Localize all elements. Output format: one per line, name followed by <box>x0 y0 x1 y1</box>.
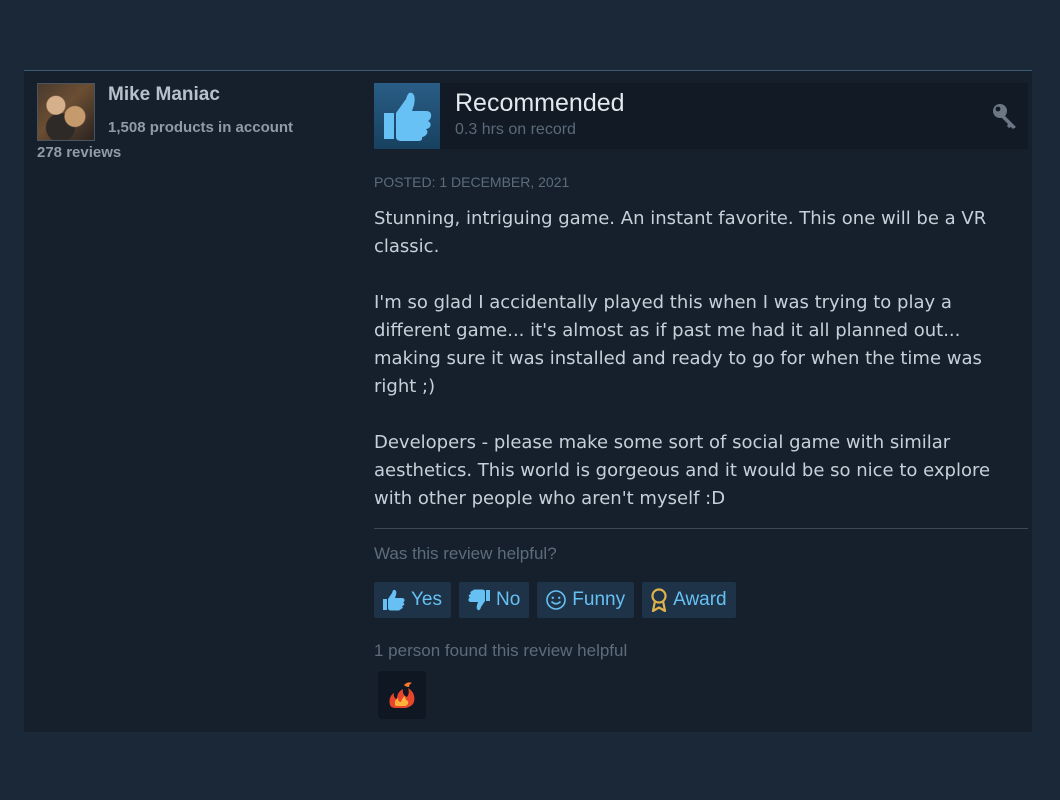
author-block: Mike Maniac 1,508 products in account 27… <box>37 83 357 163</box>
award-button[interactable]: Award <box>642 582 736 618</box>
hours-on-record: 0.3 hrs on record <box>455 121 576 138</box>
thumbs-down-icon <box>467 589 491 611</box>
review-card: Mike Maniac 1,508 products in account 27… <box>24 70 1032 732</box>
review-paragraph: Stunning, intriguing game. An instant fa… <box>374 208 987 257</box>
author-avatar[interactable] <box>37 83 95 141</box>
vote-funny-label: Funny <box>572 589 626 610</box>
vote-no-label: No <box>496 589 521 610</box>
key-icon[interactable] <box>990 101 1020 131</box>
fire-award-icon[interactable] <box>378 671 426 719</box>
vote-yes-label: Yes <box>411 589 442 610</box>
helpful-question: Was this review helpful? <box>374 544 557 563</box>
thumbs-up-icon <box>382 589 406 611</box>
posted-date: Posted: 1 December, 2021 <box>374 174 570 190</box>
author-products-count[interactable]: 1,508 products in account <box>108 119 293 136</box>
vote-yes-button[interactable]: Yes <box>374 582 451 618</box>
vote-funny-button[interactable]: Funny <box>537 582 635 618</box>
thumbs-up-icon <box>374 83 440 149</box>
review-paragraph: Developers - please make some sort of so… <box>374 432 991 509</box>
review-text: Stunning, intriguing game. An instant fa… <box>374 205 1028 541</box>
smiley-icon <box>545 589 567 611</box>
review-paragraph: I'm so glad I accidentally played this w… <box>374 292 982 397</box>
helpful-count: 1 person found this review helpful <box>374 641 628 660</box>
award-ribbon-icon <box>650 588 668 612</box>
award-label: Award <box>673 589 727 610</box>
author-reviews-count[interactable]: 278 reviews <box>37 144 121 161</box>
recommendation-verdict: Recommended <box>455 89 625 117</box>
vote-no-button[interactable]: No <box>459 582 530 618</box>
vote-buttons: Yes No Funny Award <box>374 582 736 618</box>
recommendation-header[interactable]: Recommended 0.3 hrs on record <box>374 83 1028 149</box>
author-name[interactable]: Mike Maniac <box>108 84 220 106</box>
divider <box>374 528 1028 529</box>
